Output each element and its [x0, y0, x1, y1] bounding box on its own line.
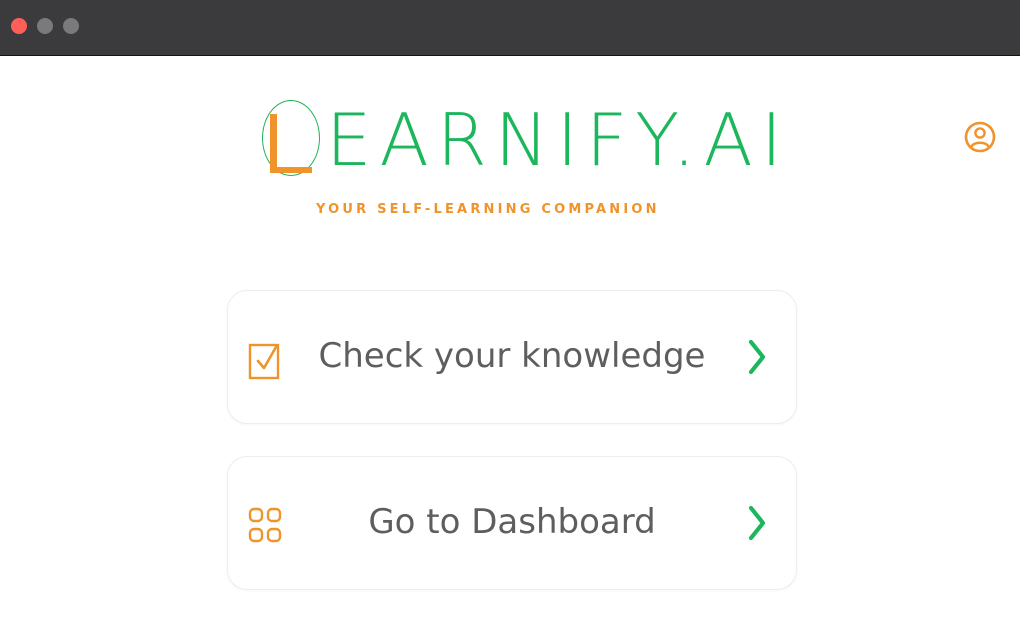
logo-wordmark: EARNIFY.AI — [326, 98, 791, 182]
go-to-dashboard-label: Go to Dashboard — [368, 502, 656, 542]
check-knowledge-button[interactable]: Check your knowledge — [227, 290, 797, 424]
app-window: EARNIFY.AI YOUR SELF-LEARNING COMPANION … — [0, 0, 1020, 638]
go-to-dashboard-button[interactable]: Go to Dashboard — [227, 456, 797, 590]
profile-button[interactable] — [961, 117, 999, 157]
maximize-window-button[interactable] — [63, 18, 79, 34]
logo-letter-l — [270, 114, 277, 172]
main-content: EARNIFY.AI YOUR SELF-LEARNING COMPANION … — [0, 56, 1020, 638]
user-circle-icon — [964, 121, 996, 153]
app-logo: EARNIFY.AI — [260, 98, 782, 188]
title-bar[interactable] — [0, 0, 1020, 56]
check-knowledge-label: Check your knowledge — [318, 336, 706, 376]
chevron-right-icon — [748, 505, 766, 541]
chevron-right-icon — [748, 339, 766, 375]
minimize-window-button[interactable] — [37, 18, 53, 34]
close-window-button[interactable] — [11, 18, 27, 34]
tagline: YOUR SELF-LEARNING COMPANION — [316, 202, 660, 217]
grid-icon — [248, 507, 282, 543]
checkbox-icon — [248, 343, 280, 380]
